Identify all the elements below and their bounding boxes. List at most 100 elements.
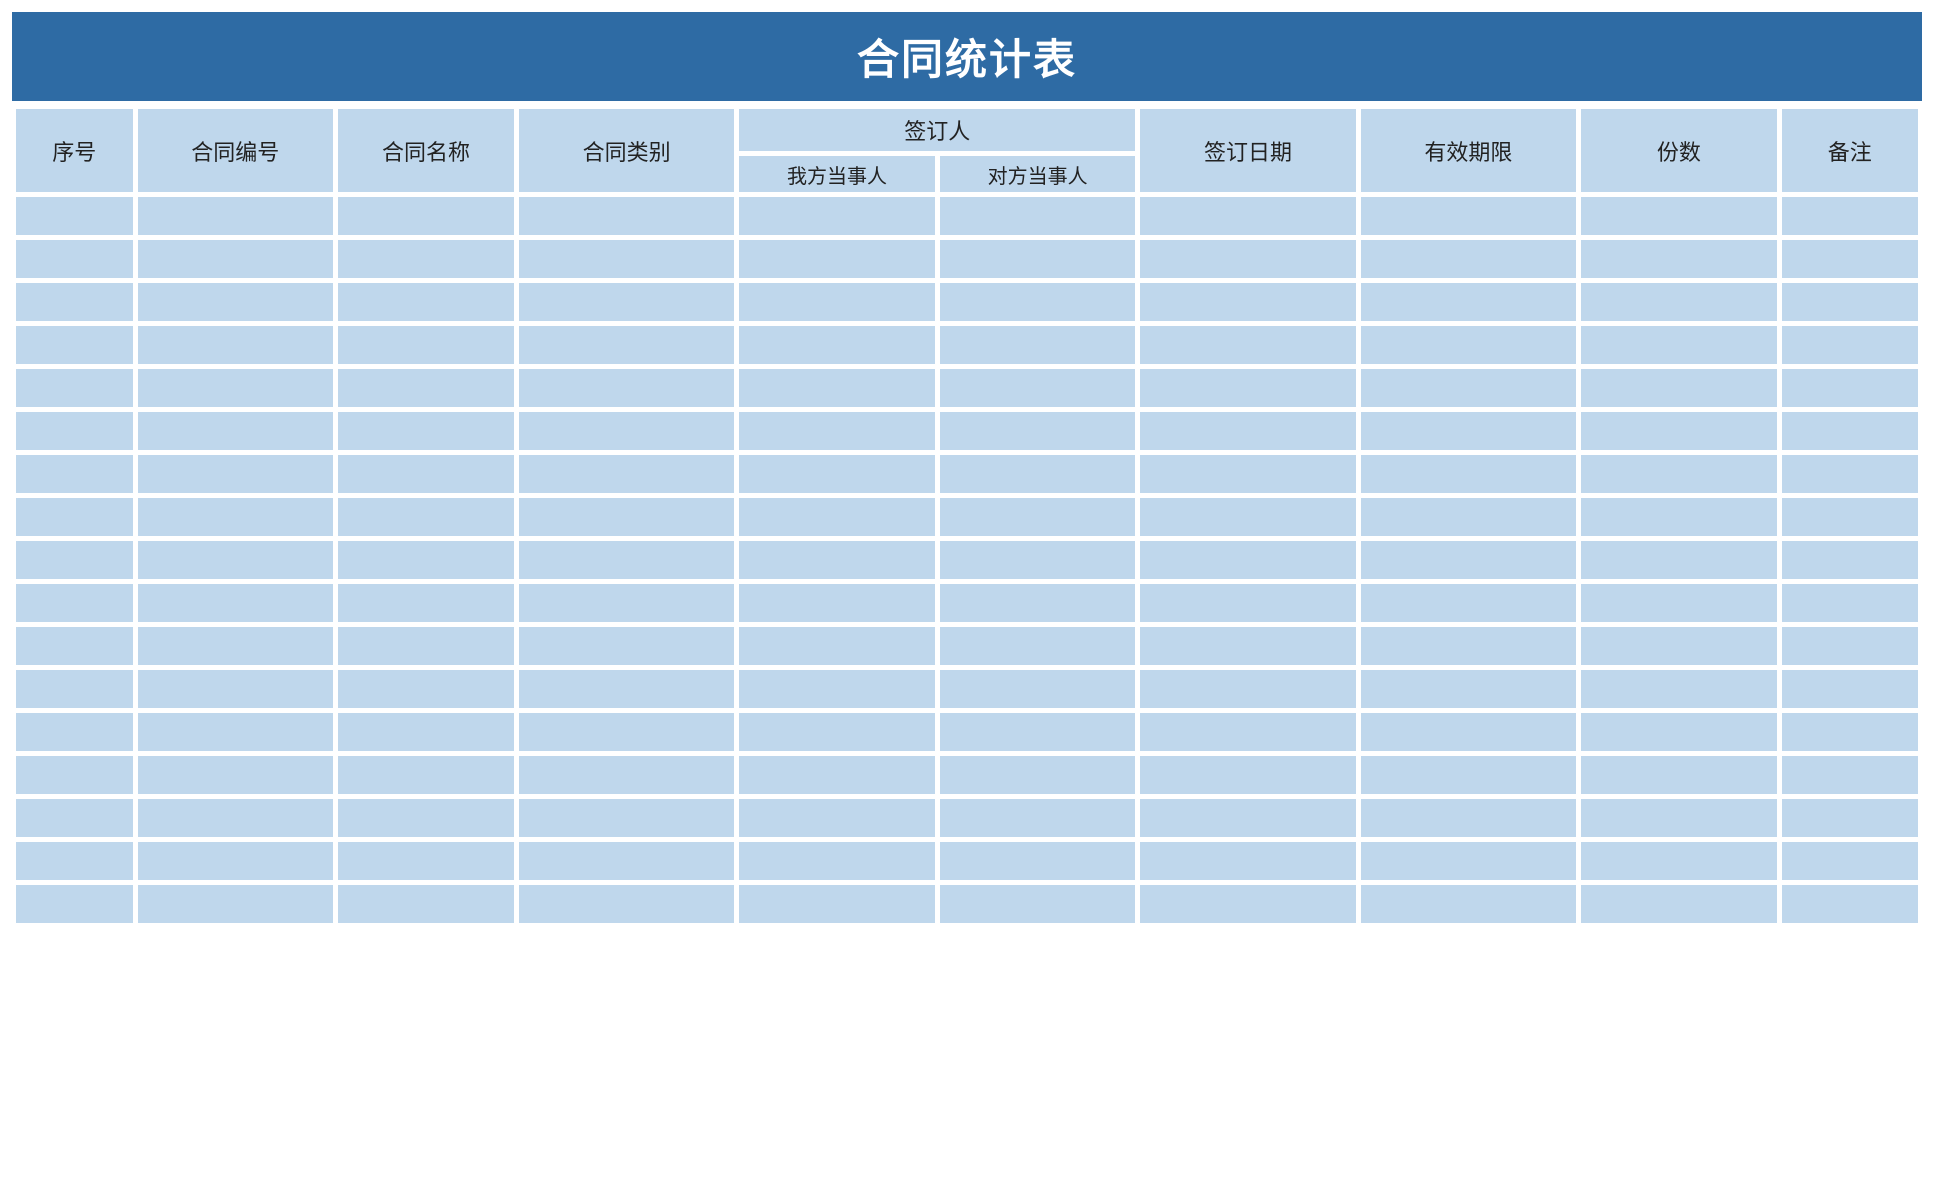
cell-contract_id	[137, 583, 335, 623]
cell-our_party	[738, 755, 936, 795]
table-row	[15, 712, 1919, 752]
cell-remark	[1781, 841, 1919, 881]
cell-contract_id	[137, 196, 335, 236]
header-contract-name: 合同名称	[337, 108, 515, 193]
cell-contract_name	[337, 540, 515, 580]
cell-our_party	[738, 884, 936, 924]
table-row	[15, 196, 1919, 236]
header-sign-date: 签订日期	[1139, 108, 1356, 193]
cell-contract_type	[518, 196, 735, 236]
cell-sign_date	[1139, 626, 1356, 666]
cell-contract_name	[337, 411, 515, 451]
cell-copies	[1580, 712, 1778, 752]
cell-valid_period	[1360, 798, 1577, 838]
cell-contract_name	[337, 282, 515, 322]
cell-copies	[1580, 755, 1778, 795]
header-seq: 序号	[15, 108, 134, 193]
cell-valid_period	[1360, 669, 1577, 709]
table-row	[15, 669, 1919, 709]
cell-contract_id	[137, 325, 335, 365]
cell-valid_period	[1360, 454, 1577, 494]
cell-our_party	[738, 282, 936, 322]
cell-copies	[1580, 841, 1778, 881]
cell-contract_id	[137, 669, 335, 709]
cell-sign_date	[1139, 368, 1356, 408]
cell-seq	[15, 669, 134, 709]
cell-sign_date	[1139, 540, 1356, 580]
cell-sign_date	[1139, 841, 1356, 881]
table-row	[15, 755, 1919, 795]
cell-remark	[1781, 540, 1919, 580]
cell-seq	[15, 497, 134, 537]
cell-our_party	[738, 239, 936, 279]
cell-remark	[1781, 798, 1919, 838]
cell-sign_date	[1139, 325, 1356, 365]
cell-seq	[15, 798, 134, 838]
cell-other_party	[939, 411, 1137, 451]
cell-remark	[1781, 282, 1919, 322]
cell-seq	[15, 282, 134, 322]
cell-contract_name	[337, 325, 515, 365]
header-contract-type: 合同类别	[518, 108, 735, 193]
cell-contract_name	[337, 497, 515, 537]
cell-seq	[15, 540, 134, 580]
cell-copies	[1580, 454, 1778, 494]
cell-other_party	[939, 540, 1137, 580]
cell-copies	[1580, 411, 1778, 451]
cell-seq	[15, 884, 134, 924]
cell-other_party	[939, 454, 1137, 494]
cell-remark	[1781, 411, 1919, 451]
cell-our_party	[738, 669, 936, 709]
cell-contract_type	[518, 282, 735, 322]
cell-contract_type	[518, 454, 735, 494]
cell-other_party	[939, 239, 1137, 279]
cell-sign_date	[1139, 669, 1356, 709]
cell-valid_period	[1360, 282, 1577, 322]
cell-our_party	[738, 712, 936, 752]
cell-sign_date	[1139, 884, 1356, 924]
header-copies: 份数	[1580, 108, 1778, 193]
cell-copies	[1580, 239, 1778, 279]
table-row	[15, 798, 1919, 838]
cell-remark	[1781, 669, 1919, 709]
cell-contract_name	[337, 712, 515, 752]
cell-other_party	[939, 841, 1137, 881]
cell-remark	[1781, 497, 1919, 537]
cell-other_party	[939, 669, 1137, 709]
cell-our_party	[738, 626, 936, 666]
cell-contract_type	[518, 583, 735, 623]
cell-sign_date	[1139, 196, 1356, 236]
cell-copies	[1580, 583, 1778, 623]
cell-contract_type	[518, 497, 735, 537]
table-row	[15, 626, 1919, 666]
cell-contract_type	[518, 841, 735, 881]
cell-valid_period	[1360, 626, 1577, 666]
cell-contract_name	[337, 798, 515, 838]
cell-contract_name	[337, 368, 515, 408]
cell-contract_name	[337, 196, 515, 236]
table-row	[15, 583, 1919, 623]
cell-remark	[1781, 626, 1919, 666]
header-remark: 备注	[1781, 108, 1919, 193]
cell-contract_id	[137, 282, 335, 322]
header-valid-period: 有效期限	[1360, 108, 1577, 193]
cell-sign_date	[1139, 583, 1356, 623]
cell-seq	[15, 239, 134, 279]
cell-contract_id	[137, 411, 335, 451]
cell-our_party	[738, 841, 936, 881]
cell-remark	[1781, 755, 1919, 795]
cell-other_party	[939, 282, 1137, 322]
cell-other_party	[939, 884, 1137, 924]
cell-remark	[1781, 196, 1919, 236]
table-title: 合同统计表	[12, 12, 1922, 101]
cell-contract_name	[337, 454, 515, 494]
cell-our_party	[738, 798, 936, 838]
cell-contract_type	[518, 368, 735, 408]
cell-copies	[1580, 798, 1778, 838]
cell-sign_date	[1139, 755, 1356, 795]
cell-seq	[15, 196, 134, 236]
cell-contract_id	[137, 884, 335, 924]
cell-contract_id	[137, 540, 335, 580]
cell-copies	[1580, 325, 1778, 365]
cell-valid_period	[1360, 497, 1577, 537]
